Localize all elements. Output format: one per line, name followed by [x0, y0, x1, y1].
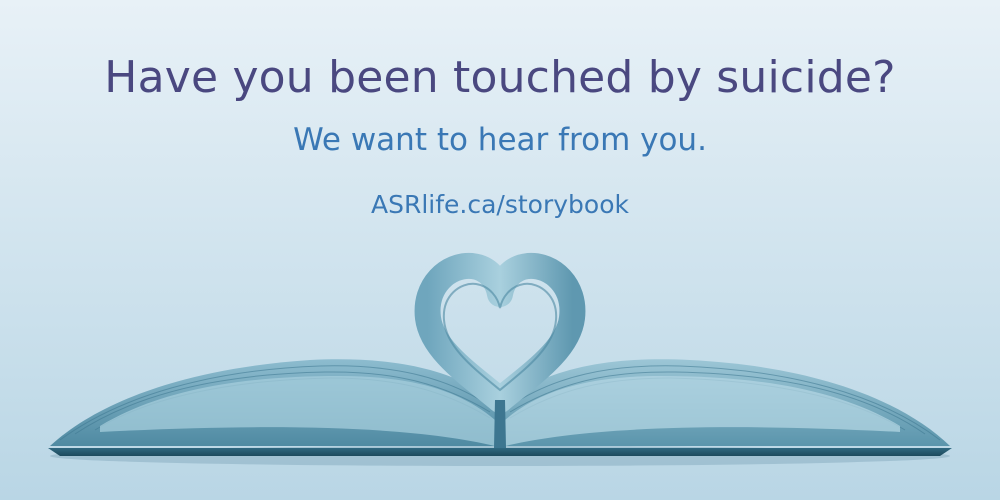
headline: Have you been touched by suicide? [104, 52, 896, 103]
book-spine [494, 400, 506, 448]
book-cover [48, 448, 952, 456]
subheadline: We want to hear from you. [293, 122, 707, 158]
storybook-banner: Have you been touched by suicide? We wan… [0, 0, 1000, 500]
open-book-heart-pages-icon [48, 252, 952, 466]
storybook-url[interactable]: ASRlife.ca/storybook [0, 190, 1000, 219]
